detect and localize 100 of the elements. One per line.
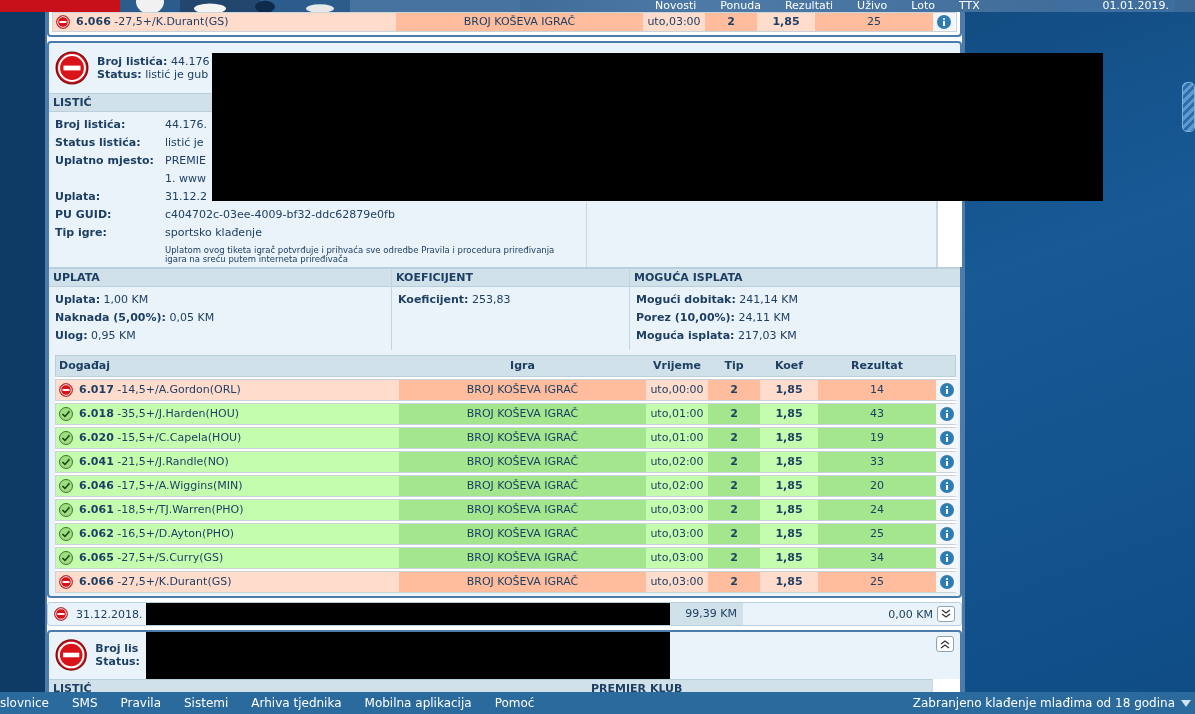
column-header: Događaj bbox=[58, 358, 112, 374]
time-cell: uto,03:00 bbox=[646, 524, 708, 544]
field-value: sportsko klađenje bbox=[165, 225, 263, 241]
game-cell: BROJ KOŠEVA IGRAČ bbox=[399, 404, 646, 424]
info-icon[interactable] bbox=[940, 431, 954, 445]
info-icon[interactable] bbox=[940, 479, 954, 493]
field-label: Uplatno mjesto: bbox=[55, 153, 155, 169]
info-icon[interactable] bbox=[940, 455, 954, 469]
game-cell: BROJ KOŠEVA IGRAČ bbox=[399, 380, 646, 400]
footer-link[interactable]: Arhiva tjednika bbox=[251, 696, 342, 710]
chevron-up-icon bbox=[939, 639, 951, 649]
info-icon[interactable] bbox=[940, 575, 954, 589]
tip-cell: 2 bbox=[708, 572, 760, 592]
column-header: Koef bbox=[773, 358, 805, 374]
info-icon[interactable] bbox=[940, 383, 954, 397]
scrollbar-thumb[interactable] bbox=[1182, 82, 1195, 132]
event-row[interactable]: 6.066 -27,5+/K.Durant(GS) BROJ KOŠEVA IGRAČ uto,03:00 2 1,85 25 bbox=[52, 12, 957, 32]
result-cell: 34 bbox=[818, 548, 936, 568]
time-cell: uto,00:00 bbox=[646, 380, 708, 400]
section-header: LISTIĆ bbox=[49, 679, 587, 692]
event-row[interactable]: 6.066 -27,5+/K.Durant(GS) BROJ KOŠEVA IGRAČ uto,03:00 2 1,85 25 bbox=[55, 571, 956, 593]
info-icon[interactable] bbox=[940, 527, 954, 541]
section-header: UPLATA bbox=[49, 268, 391, 287]
event-text: 6.066 -27,5+/K.Durant(GS) bbox=[76, 14, 229, 30]
event-text: 6.020 -15,5+/C.Capela(HOU) bbox=[79, 430, 242, 446]
nav-link[interactable]: TTX bbox=[958, 0, 980, 12]
info-icon[interactable] bbox=[940, 407, 954, 421]
tip-cell: 2 bbox=[708, 428, 760, 448]
odds-cell: 1,85 bbox=[760, 404, 818, 424]
game-cell: BROJ KOŠEVA IGRAČ bbox=[396, 13, 643, 31]
column-header: Tip bbox=[723, 358, 745, 374]
time-cell: uto,03:00 bbox=[646, 572, 708, 592]
odds-cell: 1,85 bbox=[760, 500, 818, 520]
footer-link[interactable]: slovnice bbox=[0, 696, 49, 710]
tip-cell: 2 bbox=[708, 524, 760, 544]
nav-link[interactable]: Ponuda bbox=[720, 0, 761, 12]
event-text: 6.041 -21,5+/J.Randle(NO) bbox=[79, 454, 229, 470]
result-cell: 24 bbox=[818, 500, 936, 520]
time-cell: uto,01:00 bbox=[646, 404, 708, 424]
event-text: 6.062 -16,5+/D.Ayton(PHO) bbox=[79, 526, 235, 542]
ticket-status: Status: bbox=[95, 655, 140, 668]
footer-link[interactable]: Pravila bbox=[120, 696, 161, 710]
result-cell: 25 bbox=[818, 572, 936, 592]
odds-cell: 1,85 bbox=[760, 524, 818, 544]
event-row[interactable]: 6.018 -35,5+/J.Harden(HOU) BROJ KOŠEVA IGRAČ uto,01:00 2 1,85 43 bbox=[55, 403, 956, 425]
odds-cell: 1,85 bbox=[760, 380, 818, 400]
time-cell: uto,03:00 bbox=[646, 500, 708, 520]
tip-cell: 2 bbox=[708, 452, 760, 472]
column-header: Vrijeme bbox=[652, 358, 702, 374]
event-row[interactable]: 6.065 -27,5+/S.Curry(GS) BROJ KOŠEVA IGRAČ uto,03:00 2 1,85 34 bbox=[55, 547, 956, 569]
column-header: Igra bbox=[509, 358, 536, 374]
field-value: 1. www bbox=[165, 171, 207, 187]
info-icon[interactable] bbox=[937, 15, 951, 29]
result-cell: 25 bbox=[815, 13, 933, 31]
event-row[interactable]: 6.041 -21,5+/J.Randle(NO) BROJ KOŠEVA IGRAČ uto,02:00 2 1,85 33 bbox=[55, 451, 956, 473]
section-header: MOGUĆA ISPLATA bbox=[630, 268, 960, 287]
footer-link[interactable]: Mobilna aplikacija bbox=[364, 696, 472, 710]
summary-line: Naknada (5,00%): 0,05 KM bbox=[55, 311, 215, 324]
expand-button[interactable] bbox=[937, 606, 955, 622]
nav-link[interactable]: Loto bbox=[911, 0, 935, 12]
nav-link[interactable]: Uživo bbox=[857, 0, 888, 12]
summary-line: Porez (10,00%): 24,11 KM bbox=[636, 311, 791, 324]
caret-icon[interactable] bbox=[1181, 699, 1191, 707]
terms-notice: Uplatom ovog tiketa igrač potvrđuje i prihvaća sve odredbe Pravila i procedura priređivanja igara na sreću putem interneta priređivača bbox=[165, 246, 556, 264]
section-header: KOEFICIJENT bbox=[392, 268, 629, 287]
game-cell: BROJ KOŠEVA IGRAČ bbox=[399, 572, 646, 592]
info-icon[interactable] bbox=[940, 503, 954, 517]
event-row[interactable]: 6.017 -14,5+/A.Gordon(ORL) BROJ KOŠEVA IGRAČ uto,00:00 2 1,85 14 bbox=[55, 379, 956, 401]
footer-link[interactable]: Pomoć bbox=[494, 696, 535, 710]
event-text: 6.065 -27,5+/S.Curry(GS) bbox=[79, 550, 224, 566]
event-row[interactable]: 6.062 -16,5+/D.Ayton(PHO) BROJ KOŠEVA IGRAČ uto,03:00 2 1,85 25 bbox=[55, 523, 956, 545]
ticket-payout: 0,00 KM bbox=[887, 607, 934, 621]
game-cell: BROJ KOŠEVA IGRAČ bbox=[399, 476, 646, 496]
time-cell: uto,03:00 bbox=[643, 13, 705, 31]
result-cell: 20 bbox=[818, 476, 936, 496]
event-text: 6.061 -18,5+/TJ.Warren(PHO) bbox=[79, 502, 244, 518]
event-row[interactable]: 6.046 -17,5+/A.Wiggins(MIN) BROJ KOŠEVA IGRAČ uto,02:00 2 1,85 20 bbox=[55, 475, 956, 497]
collapse-button[interactable] bbox=[936, 636, 954, 652]
odds-cell: 1,85 bbox=[760, 476, 818, 496]
event-text: 6.046 -17,5+/A.Wiggins(MIN) bbox=[79, 478, 243, 494]
footer-link[interactable]: SMS bbox=[71, 696, 98, 710]
odds-cell: 1,85 bbox=[757, 13, 815, 31]
event-row[interactable]: 6.020 -15,5+/C.Capela(HOU) BROJ KOŠEVA IGRAČ uto,01:00 2 1,85 19 bbox=[55, 427, 956, 449]
time-cell: uto,01:00 bbox=[646, 428, 708, 448]
field-value: c404702c-03ee-4009-bf32-ddc62879e0fb bbox=[165, 207, 396, 223]
field-label: Broj listića: bbox=[55, 117, 127, 133]
event-row[interactable]: 6.061 -18,5+/TJ.Warren(PHO) BROJ KOŠEVA IGRAČ uto,03:00 2 1,85 24 bbox=[55, 499, 956, 521]
footer-link[interactable]: Sistemi bbox=[184, 696, 229, 710]
result-cell: 14 bbox=[818, 380, 936, 400]
ticket-date: 31.12.2018. bbox=[76, 607, 144, 621]
ticket-number: Broj lis bbox=[95, 642, 140, 655]
info-icon[interactable] bbox=[940, 551, 954, 565]
result-cell: 43 bbox=[818, 404, 936, 424]
result-cell: 33 bbox=[818, 452, 936, 472]
ticket-summary-row[interactable]: 31.12.2018. 99,39 KM 0,00 KM bbox=[47, 602, 962, 626]
summary-line: Moguća isplata: 217,03 KM bbox=[636, 329, 797, 342]
field-value: 44.176. bbox=[165, 117, 208, 133]
nav-link[interactable]: Rezultati bbox=[784, 0, 834, 12]
ticket-status: Status: listić je gub bbox=[97, 68, 210, 81]
nav-link[interactable]: Novosti bbox=[655, 0, 697, 12]
